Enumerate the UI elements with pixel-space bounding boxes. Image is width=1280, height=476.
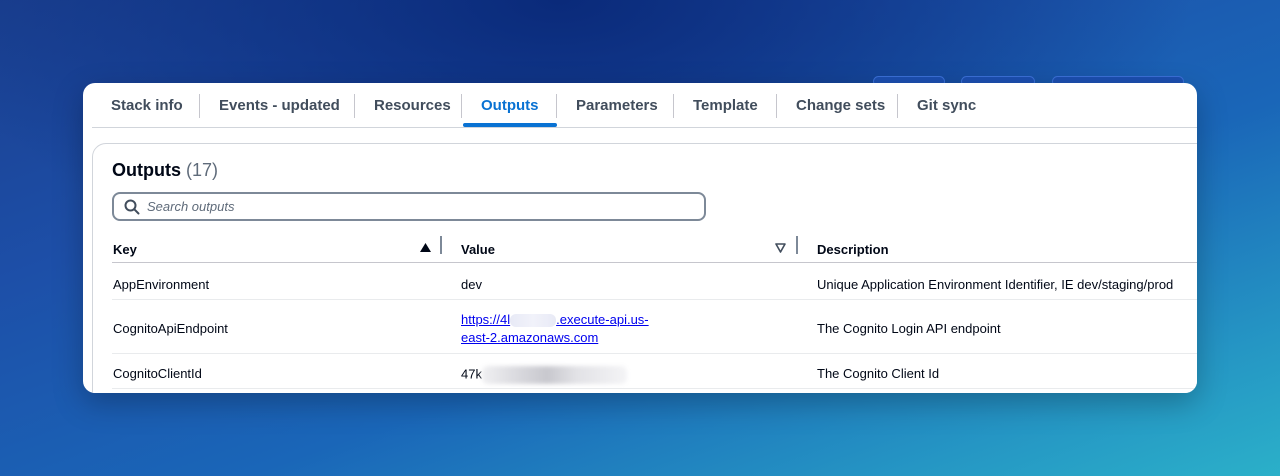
- row-description: The Cognito Client Id: [817, 366, 940, 381]
- sort-unsorted-icon[interactable]: [775, 243, 786, 253]
- row-description: The Cognito Login API endpoint: [817, 321, 1001, 336]
- redacted-value: [481, 366, 627, 384]
- api-endpoint-link-line2[interactable]: east-2.amazonaws.com: [461, 330, 598, 345]
- client-id-text-start: 47k: [461, 366, 482, 382]
- tab-git-sync[interactable]: Git sync: [917, 83, 976, 127]
- tab-parameters[interactable]: Parameters: [576, 83, 658, 127]
- panel-title: Outputs (17): [112, 160, 218, 181]
- tab-stack-info[interactable]: Stack info: [111, 83, 183, 127]
- outputs-count: (17): [186, 160, 219, 180]
- search-input[interactable]: Search outputs: [112, 192, 706, 221]
- row-key: CognitoApiEndpoint: [113, 321, 228, 336]
- redacted-value: [510, 314, 557, 328]
- link-text-start: https://4l: [461, 312, 511, 327]
- row-description: Unique Application Environment Identifie…: [817, 277, 1174, 292]
- tab-template[interactable]: Template: [693, 83, 758, 127]
- column-resizer[interactable]: [796, 236, 798, 254]
- column-header-value[interactable]: Value: [461, 242, 495, 257]
- column-header-key[interactable]: Key: [113, 242, 137, 257]
- tab-separator: [199, 94, 200, 118]
- link-text-end: .execute-api.us-: [556, 312, 649, 327]
- row-key: AppEnvironment: [113, 277, 210, 292]
- outputs-panel: Outputs (17) Search outputs Key Value De…: [92, 143, 1197, 393]
- tab-separator: [556, 94, 557, 118]
- active-tab-indicator: [463, 123, 557, 127]
- panel-title-text: Outputs: [112, 160, 181, 180]
- search-placeholder: Search outputs: [147, 199, 235, 214]
- tab-separator: [897, 94, 898, 118]
- tab-separator: [461, 94, 462, 118]
- sort-ascending-icon[interactable]: [420, 243, 431, 253]
- tab-separator: [354, 94, 355, 118]
- tab-outputs[interactable]: Outputs: [481, 83, 539, 127]
- row-value: dev: [461, 277, 482, 292]
- row-divider: [112, 353, 1197, 354]
- api-endpoint-link[interactable]: https://4l .execute-api.us-: [461, 312, 649, 328]
- tab-bar: Stack info Events - updated Resources Ou…: [92, 83, 1197, 128]
- column-header-description[interactable]: Description: [817, 242, 889, 257]
- row-divider: [112, 388, 1197, 389]
- row-key: CognitoClientId: [113, 366, 202, 381]
- tab-resources[interactable]: Resources: [374, 83, 451, 127]
- row-value: 47k: [461, 366, 627, 384]
- tab-change-sets[interactable]: Change sets: [796, 83, 885, 127]
- cloudformation-stack-window: Stack info Events - updated Resources Ou…: [83, 83, 1197, 393]
- row-divider: [112, 299, 1197, 300]
- table-header-divider: [112, 262, 1197, 263]
- tab-separator: [673, 94, 674, 118]
- tab-separator: [776, 94, 777, 118]
- column-resizer[interactable]: [440, 236, 442, 254]
- tab-events[interactable]: Events - updated: [219, 83, 340, 127]
- search-icon: [124, 199, 140, 215]
